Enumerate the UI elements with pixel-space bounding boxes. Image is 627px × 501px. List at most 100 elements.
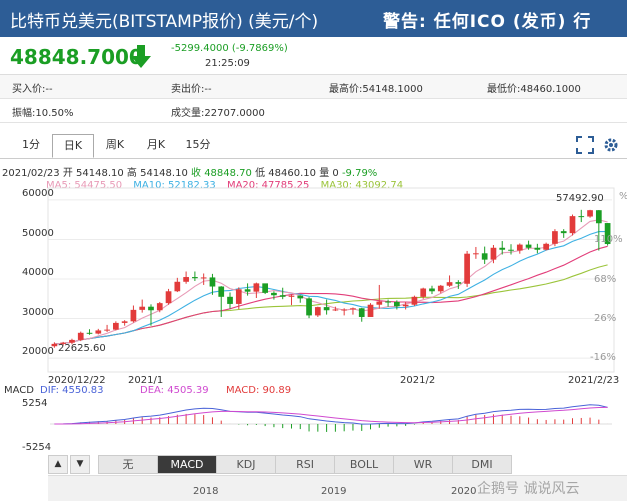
candle-body (253, 283, 260, 292)
candle-body (148, 306, 154, 311)
candle-body (306, 298, 312, 316)
tab-15min[interactable]: 15分 (180, 134, 216, 156)
candle-body (552, 231, 558, 244)
pct-axis-label: 68% (594, 274, 616, 285)
ohlc-open: 开 54148.10 (62, 168, 124, 179)
candle-body (464, 253, 470, 284)
ohlc-pct: -9.79% (341, 168, 378, 179)
candle-body (429, 288, 435, 292)
candle-body (165, 291, 172, 304)
ma10-line (54, 231, 608, 345)
volume: 成交量:22707.0000 (171, 108, 265, 119)
candle-body (402, 304, 409, 307)
fullscreen-icon[interactable] (576, 136, 594, 154)
candle-body (95, 330, 102, 334)
candle-body (192, 277, 198, 279)
ohlc-volume: 量 0 (319, 168, 339, 179)
tab-weekly[interactable]: 周K (97, 134, 133, 156)
candle-body (271, 292, 277, 296)
timeline-year: 2020 (451, 486, 477, 497)
ma5-line (54, 219, 608, 345)
candle-body (358, 308, 365, 317)
candle-body (174, 281, 181, 292)
tab-1min[interactable]: 1分 (14, 134, 48, 156)
ohlc-date: 2021/02/23 (2, 168, 60, 179)
ma20-label: MA20: 47785.25 (226, 180, 310, 191)
sell-price: 卖出价:-- (171, 84, 212, 95)
candle-body (525, 244, 532, 248)
candle-body (560, 231, 567, 234)
candle-body (595, 210, 602, 224)
candle-body (490, 247, 497, 260)
macd-value-label: MACD: 90.89 (226, 385, 291, 396)
stats-row: 买入价:-- 卖出价:-- 最高价:54148.1000 最低价:48460.1… (0, 75, 627, 99)
tab-none[interactable]: 无 (98, 455, 158, 474)
ohlc-high: 高 54148.10 (126, 168, 188, 179)
candle-body (481, 253, 488, 260)
candle-body (297, 295, 304, 299)
timeline-year: 2018 (193, 486, 219, 497)
candle-body (543, 243, 549, 250)
candle-body (587, 210, 593, 217)
pct-axis-label: 26% (594, 313, 616, 324)
candle-body (130, 309, 137, 322)
stats-row: 振幅:10.50% 成交量:22707.0000 (0, 99, 627, 123)
ohlc-info: 2021/02/23 开 54148.10 高 54148.10 收 48848… (2, 164, 377, 179)
tab-rsi[interactable]: RSI (275, 455, 335, 474)
settings-icon[interactable] (602, 136, 620, 154)
scroll-left-button[interactable]: ▲ (48, 455, 68, 474)
price-change: -5299.4000 (-9.7869%) (171, 43, 288, 54)
macd-dif-label: DIF: 4550.83 (40, 385, 104, 396)
high-price: 最高价:54148.1000 (329, 84, 423, 95)
macd-bottom-label: -5254 (22, 442, 51, 453)
ohlc-close: 收 48848.70 (191, 168, 252, 179)
ma20-line (54, 245, 608, 345)
candle-body (227, 296, 233, 304)
ma5-label: MA5: 54475.50 (46, 180, 123, 191)
candle-body (60, 342, 67, 344)
candle-body (473, 253, 479, 255)
tab-macd[interactable]: MACD (157, 455, 217, 474)
ma30-line (54, 264, 608, 345)
tab-kdj[interactable]: KDJ (216, 455, 276, 474)
candle-body (262, 283, 268, 293)
stats-table: 买入价:-- 卖出价:-- 最高价:54148.1000 最低价:48460.1… (0, 74, 627, 123)
buy-price: 买入价:-- (12, 84, 53, 95)
tab-wr[interactable]: WR (393, 455, 453, 474)
x-axis-label: 2021/2/23 (568, 375, 619, 386)
candle-body (604, 223, 611, 245)
x-axis-label: 2021/1 (128, 375, 163, 386)
ohlc-low: 低 48460.10 (255, 168, 317, 179)
candle-body (578, 216, 585, 218)
candle-body (508, 249, 514, 251)
candle-body (69, 339, 75, 343)
candle-body (437, 285, 444, 292)
quote-time: 21:25:09 (205, 58, 250, 69)
amplitude: 振幅:10.50% (12, 108, 74, 119)
tab-monthly[interactable]: 月K (138, 134, 174, 156)
candle-body (209, 277, 216, 287)
candle-body (411, 296, 418, 305)
tab-dmi[interactable]: DMI (452, 455, 512, 474)
tab-daily[interactable]: 日K (52, 134, 94, 158)
tab-boll[interactable]: BOLL (334, 455, 394, 474)
candle-body (200, 277, 207, 279)
watermark: 企鹅号 诚说风云 (477, 481, 580, 497)
candle-body (156, 303, 163, 311)
candle-body (279, 295, 286, 297)
min-price-label: 22625.60 (58, 343, 106, 354)
scroll-right-button[interactable]: ▼ (70, 455, 90, 474)
candle-body (113, 322, 119, 330)
max-price-label: 57492.90 (556, 193, 604, 204)
plot-frame (47, 187, 615, 373)
candle-body (534, 247, 541, 250)
y-axis-label: 20000 (22, 346, 54, 357)
candle-body (77, 332, 84, 340)
period-tabs: 1分 日K 周K 月K 15分 (0, 130, 627, 159)
candle-body (499, 247, 506, 250)
x-axis-label: 2020/12/22 (48, 375, 106, 386)
candle-body (367, 304, 374, 317)
quote-panel: 48848.7000 -5299.4000 (-9.7869%) 21:25:0… (0, 37, 627, 74)
low-price: 最低价:48460.1000 (487, 84, 581, 95)
warning-notice: 警告: 任何ICO (发币) 行 (383, 12, 592, 32)
